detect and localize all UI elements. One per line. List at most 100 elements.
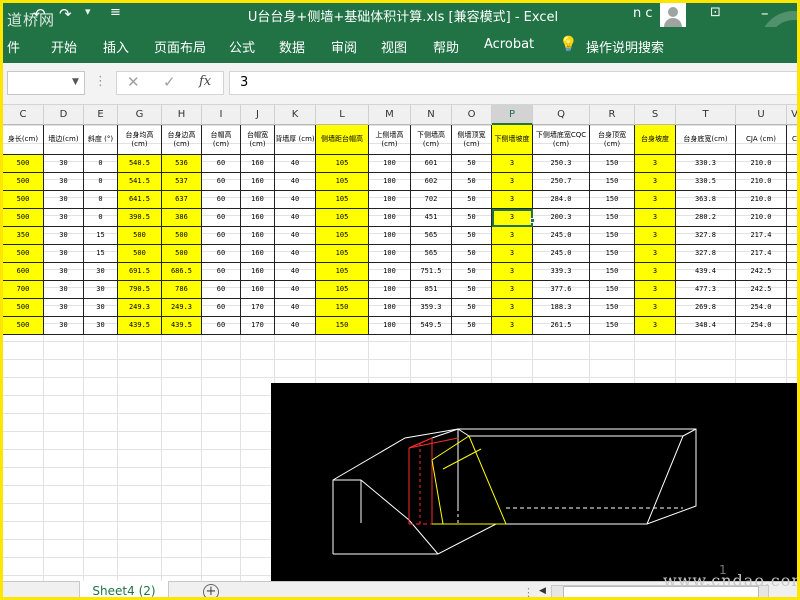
- table-cell[interactable]: 105: [316, 155, 369, 173]
- table-cell[interactable]: 3: [492, 317, 533, 335]
- table-cell[interactable]: 3: [635, 245, 676, 263]
- table-cell[interactable]: 250.3: [533, 155, 590, 173]
- table-cell[interactable]: 30: [84, 263, 118, 281]
- table-cell[interactable]: 100: [369, 299, 411, 317]
- table-cell[interactable]: [787, 245, 797, 263]
- table-cell[interactable]: 105: [316, 281, 369, 299]
- table-cell[interactable]: 751.5: [411, 263, 452, 281]
- table-cell[interactable]: [787, 173, 797, 191]
- table-cell[interactable]: [787, 263, 797, 281]
- table-cell[interactable]: 3: [635, 263, 676, 281]
- table-cell[interactable]: 160: [241, 227, 275, 245]
- table-cell[interactable]: 0: [84, 191, 118, 209]
- table-cell[interactable]: 565: [411, 227, 452, 245]
- table-cell[interactable]: 3: [635, 299, 676, 317]
- table-cell[interactable]: 261.5: [533, 317, 590, 335]
- column-header-k[interactable]: K: [275, 105, 316, 125]
- table-cell[interactable]: 150: [590, 299, 635, 317]
- table-cell[interactable]: 549.5: [411, 317, 452, 335]
- table-cell[interactable]: 439.4: [676, 263, 736, 281]
- column-header-t[interactable]: T: [676, 105, 736, 125]
- table-cell[interactable]: 150: [590, 173, 635, 191]
- table-cell[interactable]: 100: [369, 155, 411, 173]
- table-cell[interactable]: 15: [84, 227, 118, 245]
- table-cell[interactable]: 249.3: [118, 299, 162, 317]
- table-cell[interactable]: 3: [492, 191, 533, 209]
- user-name[interactable]: n c: [633, 6, 653, 21]
- table-cell[interactable]: 790.5: [118, 281, 162, 299]
- column-header-e[interactable]: E: [84, 105, 118, 125]
- table-cell[interactable]: 30: [44, 281, 84, 299]
- table-cell[interactable]: 50: [452, 191, 492, 209]
- table-cell[interactable]: 500: [118, 245, 162, 263]
- table-cell[interactable]: 60: [202, 173, 241, 191]
- table-cell[interactable]: 600: [3, 263, 44, 281]
- table-cell[interactable]: 691.5: [118, 263, 162, 281]
- table-cell[interactable]: 500: [3, 299, 44, 317]
- cancel-icon[interactable]: ✕: [127, 73, 140, 91]
- table-cell[interactable]: 105: [316, 245, 369, 263]
- header-cell[interactable]: 上侧墙高 (cm): [369, 125, 411, 155]
- table-cell[interactable]: 30: [44, 209, 84, 227]
- table-cell[interactable]: 500: [3, 209, 44, 227]
- header-cell[interactable]: 台身边高 (cm): [162, 125, 202, 155]
- table-cell[interactable]: 160: [241, 191, 275, 209]
- table-cell[interactable]: 3: [492, 281, 533, 299]
- tab-view[interactable]: 视图: [381, 37, 407, 56]
- sheet-tab-active[interactable]: Sheet4 (2): [79, 581, 169, 597]
- table-cell[interactable]: [787, 227, 797, 245]
- table-cell[interactable]: 50: [452, 227, 492, 245]
- table-cell[interactable]: 100: [369, 317, 411, 335]
- table-cell[interactable]: 330.3: [676, 155, 736, 173]
- table-cell[interactable]: 686.5: [162, 263, 202, 281]
- column-header-p[interactable]: P: [492, 105, 533, 125]
- table-cell[interactable]: 50: [452, 245, 492, 263]
- table-cell[interactable]: 160: [241, 173, 275, 191]
- table-cell[interactable]: 702: [411, 191, 452, 209]
- table-cell[interactable]: 3: [492, 155, 533, 173]
- table-cell[interactable]: 641.5: [118, 191, 162, 209]
- table-cell[interactable]: 150: [590, 263, 635, 281]
- table-cell[interactable]: 60: [202, 191, 241, 209]
- table-cell[interactable]: 40: [275, 191, 316, 209]
- table-cell[interactable]: 254.0: [736, 317, 787, 335]
- table-cell[interactable]: 537: [162, 173, 202, 191]
- table-cell[interactable]: 439.5: [118, 317, 162, 335]
- table-cell[interactable]: 100: [369, 227, 411, 245]
- table-cell[interactable]: 637: [162, 191, 202, 209]
- table-cell[interactable]: 50: [452, 281, 492, 299]
- ribbon-display-options-icon[interactable]: ⊡: [710, 5, 721, 20]
- table-cell[interactable]: 3: [635, 281, 676, 299]
- table-cell[interactable]: 60: [202, 245, 241, 263]
- column-header-q[interactable]: Q: [533, 105, 590, 125]
- table-cell[interactable]: 30: [44, 227, 84, 245]
- header-cell[interactable]: C: [787, 125, 797, 155]
- table-cell[interactable]: 105: [316, 191, 369, 209]
- table-cell[interactable]: 50: [452, 263, 492, 281]
- table-cell[interactable]: 50: [452, 173, 492, 191]
- table-cell[interactable]: 439.5: [162, 317, 202, 335]
- header-cell[interactable]: 侧墙顶宽 (cm): [452, 125, 492, 155]
- table-cell[interactable]: 30: [44, 191, 84, 209]
- table-cell[interactable]: 330.5: [676, 173, 736, 191]
- table-cell[interactable]: 100: [369, 245, 411, 263]
- table-cell[interactable]: 254.0: [736, 299, 787, 317]
- table-cell[interactable]: 451: [411, 209, 452, 227]
- table-cell[interactable]: 477.3: [676, 281, 736, 299]
- table-cell[interactable]: 500: [162, 227, 202, 245]
- table-cell[interactable]: 359.3: [411, 299, 452, 317]
- table-cell[interactable]: 500: [3, 317, 44, 335]
- table-cell[interactable]: 249.3: [162, 299, 202, 317]
- header-cell[interactable]: 背墙厚 (cm): [275, 125, 316, 155]
- table-cell[interactable]: 327.8: [676, 245, 736, 263]
- formula-bar-separator-icon[interactable]: ⋮: [94, 74, 107, 89]
- table-cell[interactable]: 242.5: [736, 281, 787, 299]
- column-header-v[interactable]: V: [787, 105, 797, 125]
- table-cell[interactable]: 3: [635, 227, 676, 245]
- tab-data[interactable]: 数据: [279, 37, 305, 56]
- header-cell[interactable]: 身长(cm): [3, 125, 44, 155]
- table-cell[interactable]: 40: [275, 317, 316, 335]
- column-header-m[interactable]: M: [369, 105, 411, 125]
- table-cell[interactable]: 602: [411, 173, 452, 191]
- column-header-u[interactable]: U: [736, 105, 787, 125]
